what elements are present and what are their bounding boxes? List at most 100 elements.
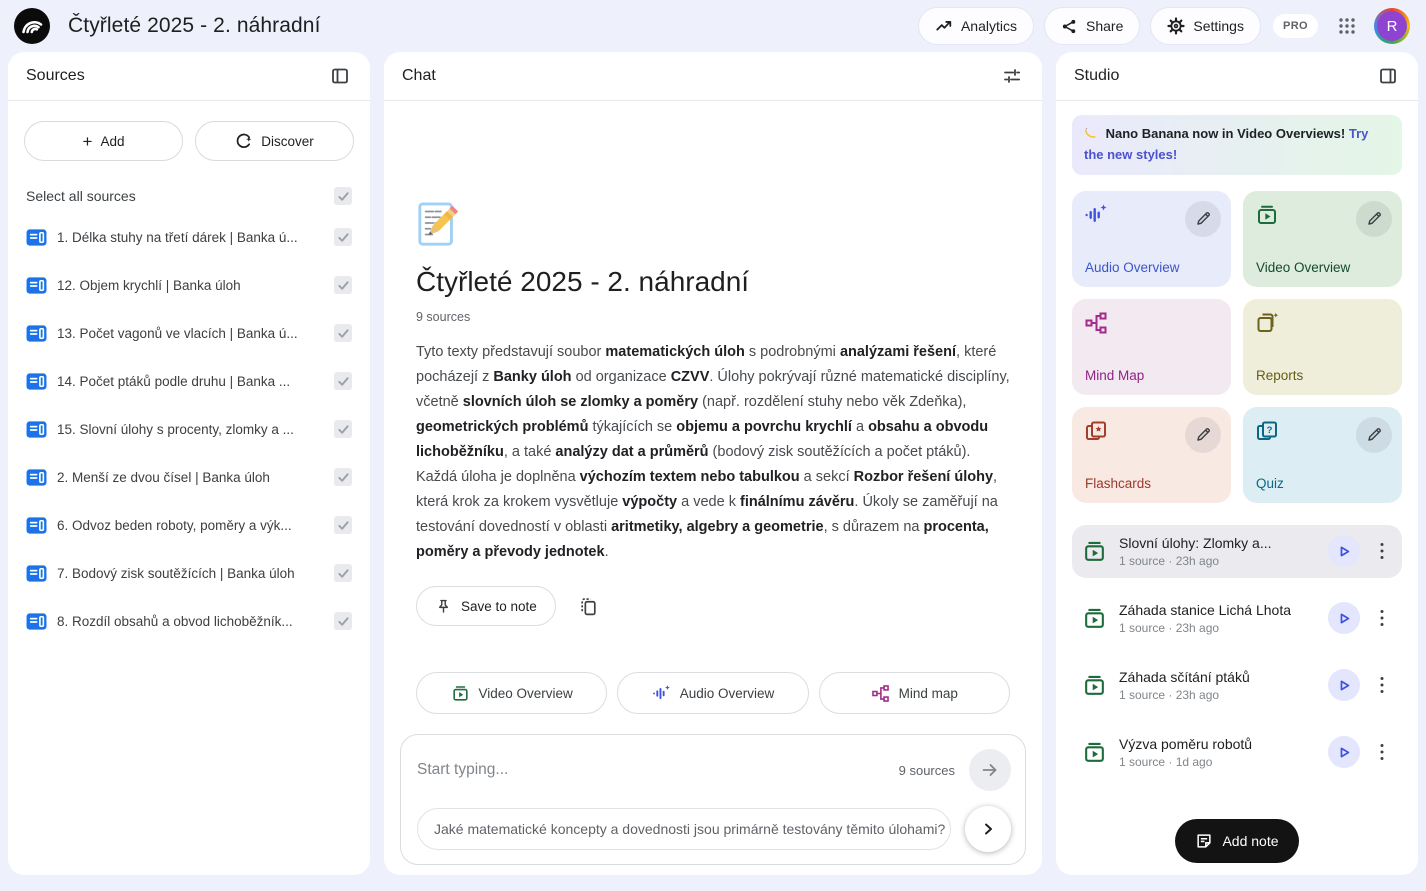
- chat-input-box: Start typing... 9 sources Jaké matematic…: [400, 734, 1026, 865]
- more-options-icon[interactable]: [1372, 609, 1392, 627]
- source-title: 12. Objem krychlí | Banka úloh: [57, 278, 324, 293]
- play-button[interactable]: [1328, 535, 1360, 567]
- analytics-button[interactable]: Analytics: [918, 7, 1034, 45]
- source-checkbox[interactable]: [334, 324, 352, 342]
- source-row[interactable]: 7. Bodový zisk soutěžících | Banka úloh: [24, 549, 354, 597]
- reports-card[interactable]: Reports: [1243, 299, 1402, 395]
- source-row[interactable]: 1. Délka stuhy na třetí dárek | Banka ú.…: [24, 213, 354, 261]
- play-button[interactable]: [1328, 669, 1360, 701]
- summary-segment: aritmetiky, algebry a geometrie: [611, 519, 824, 535]
- app-header: Čtyřleté 2025 - 2. náhradní Analytics Sh…: [0, 0, 1426, 52]
- select-all-checkbox[interactable]: [334, 187, 352, 205]
- video-overview-card[interactable]: Video Overview: [1243, 191, 1402, 287]
- source-checkbox[interactable]: [334, 420, 352, 438]
- edit-quiz-button[interactable]: [1356, 417, 1392, 453]
- quiz-card[interactable]: ? Quiz: [1243, 407, 1402, 503]
- mind-map-icon: [871, 684, 890, 703]
- source-checkbox[interactable]: [334, 276, 352, 294]
- source-row[interactable]: 6. Odvoz beden roboty, poměry a výk...: [24, 501, 354, 549]
- source-checkbox[interactable]: [334, 228, 352, 246]
- add-source-button[interactable]: + Add: [24, 121, 183, 161]
- source-title: 7. Bodový zisk soutěžících | Banka úloh: [57, 566, 324, 581]
- source-checkbox[interactable]: [334, 372, 352, 390]
- source-title: 8. Rozdíl obsahů a obvod lichoběžník...: [57, 614, 324, 629]
- avatar-letter: R: [1377, 11, 1407, 41]
- save-to-note-button[interactable]: Save to note: [416, 586, 556, 626]
- edit-audio-overview-button[interactable]: [1185, 201, 1221, 237]
- notebook-summary: Tyto texty představují soubor matematick…: [416, 340, 1010, 564]
- chat-panel-title: Chat: [402, 67, 436, 85]
- studio-note-row[interactable]: Výzva poměru robotů 1 source · 1d ago: [1072, 726, 1402, 779]
- sources-panel-title: Sources: [26, 67, 85, 85]
- note-title: Záhada sčítání ptáků: [1119, 669, 1316, 685]
- chat-input[interactable]: Start typing...: [417, 761, 899, 779]
- avatar[interactable]: R: [1374, 8, 1410, 44]
- audio-overview-icon: [652, 684, 671, 703]
- sources-panel: Sources + Add Discover Select all source…: [8, 52, 370, 875]
- discover-icon: [235, 132, 253, 150]
- doc-icon: [26, 564, 47, 583]
- mind-map-button[interactable]: Mind map: [819, 672, 1010, 714]
- note-meta: 1 source · 23h ago: [1119, 554, 1316, 568]
- summary-segment: geometrických problémů: [416, 419, 588, 435]
- reports-icon: [1255, 311, 1390, 335]
- settings-button[interactable]: Settings: [1150, 7, 1261, 45]
- note-title: Slovní úlohy: Zlomky a...: [1119, 535, 1316, 551]
- summary-segment: a vede k: [677, 494, 740, 510]
- pin-icon: [435, 598, 452, 615]
- source-row[interactable]: 14. Počet ptáků podle druhu | Banka ...: [24, 357, 354, 405]
- studio-note-row[interactable]: Slovní úlohy: Zlomky a... 1 source · 23h…: [1072, 525, 1402, 578]
- audio-overview-button[interactable]: Audio Overview: [617, 672, 808, 714]
- suggested-question-chip[interactable]: Jaké matematické koncepty a dovednosti j…: [417, 808, 951, 850]
- video-overview-icon: [1082, 673, 1107, 698]
- collapse-sources-panel-icon[interactable]: [326, 62, 354, 90]
- source-row[interactable]: 15. Slovní úlohy s procenty, zlomky a ..…: [24, 405, 354, 453]
- source-title: 6. Odvoz beden roboty, poměry a výk...: [57, 518, 324, 533]
- play-button[interactable]: [1328, 736, 1360, 768]
- apps-grid-icon[interactable]: [1338, 17, 1356, 35]
- source-checkbox[interactable]: [334, 612, 352, 630]
- video-overview-button[interactable]: Video Overview: [416, 672, 607, 714]
- source-row[interactable]: 2. Menší ze dvou čísel | Banka úloh: [24, 453, 354, 501]
- source-checkbox[interactable]: [334, 468, 352, 486]
- more-options-icon[interactable]: [1372, 542, 1392, 560]
- source-row[interactable]: 13. Počet vagonů ve vlacích | Banka ú...: [24, 309, 354, 357]
- studio-note-row[interactable]: Záhada stanice Lichá Lhota 1 source · 23…: [1072, 592, 1402, 645]
- sources-list: 1. Délka stuhy na třetí dárek | Banka ú.…: [24, 213, 354, 645]
- card-label: Mind Map: [1085, 368, 1144, 383]
- summary-segment: (např. rozdělení stuhy nebo věk Zdeňka),: [698, 394, 966, 410]
- more-options-icon[interactable]: [1372, 743, 1392, 761]
- notebooklm-logo-icon[interactable]: [14, 8, 50, 44]
- flashcards-card[interactable]: Flashcards: [1072, 407, 1231, 503]
- studio-note-row[interactable]: Záhada sčítání ptáků 1 source · 23h ago: [1072, 659, 1402, 712]
- add-note-button[interactable]: Add note: [1175, 819, 1298, 863]
- banner-text: Nano Banana now in Video Overviews!: [1106, 126, 1346, 141]
- source-checkbox[interactable]: [334, 564, 352, 582]
- share-button[interactable]: Share: [1044, 7, 1140, 45]
- source-title: 15. Slovní úlohy s procenty, zlomky a ..…: [57, 422, 324, 437]
- next-suggestion-button[interactable]: [965, 806, 1011, 852]
- mind-map-icon: [1084, 311, 1219, 335]
- summary-segment: od organizace: [572, 369, 671, 385]
- source-row[interactable]: 12. Objem krychlí | Banka úloh: [24, 261, 354, 309]
- mind-map-card[interactable]: Mind Map: [1072, 299, 1231, 395]
- source-checkbox[interactable]: [334, 516, 352, 534]
- banana-icon: [1084, 126, 1098, 146]
- audio-overview-card[interactable]: Audio Overview: [1072, 191, 1231, 287]
- discover-button[interactable]: Discover: [195, 121, 354, 161]
- source-title: 2. Menší ze dvou čísel | Banka úloh: [57, 470, 324, 485]
- edit-flashcards-button[interactable]: [1185, 417, 1221, 453]
- svg-text:?: ?: [1267, 425, 1273, 436]
- doc-icon: [26, 612, 47, 631]
- chat-settings-tune-icon[interactable]: [998, 62, 1026, 90]
- sources-count: 9 sources: [416, 310, 1010, 324]
- collapse-studio-panel-icon[interactable]: [1374, 62, 1402, 90]
- edit-video-overview-button[interactable]: [1356, 201, 1392, 237]
- summary-segment: Rozbor řešení úlohy: [854, 469, 993, 485]
- more-options-icon[interactable]: [1372, 676, 1392, 694]
- copy-icon[interactable]: [578, 596, 599, 617]
- source-row[interactable]: 8. Rozdíl obsahů a obvod lichoběžník...: [24, 597, 354, 645]
- send-button[interactable]: [969, 749, 1011, 791]
- source-title: 14. Počet ptáků podle druhu | Banka ...: [57, 374, 324, 389]
- play-button[interactable]: [1328, 602, 1360, 634]
